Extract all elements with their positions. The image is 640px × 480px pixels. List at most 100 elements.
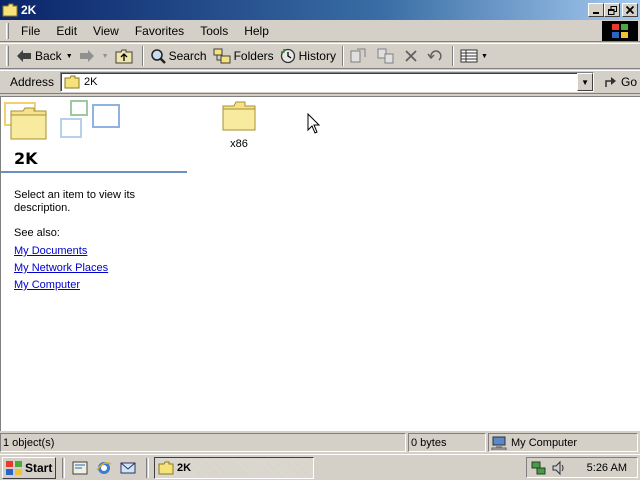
toolbar-separator	[341, 46, 344, 66]
toolbar-grip[interactable]	[6, 46, 9, 66]
views-dropdown-icon[interactable]: ▼	[481, 53, 488, 60]
banner-divider	[1, 171, 187, 173]
menu-grip[interactable]	[6, 22, 9, 39]
quicklaunch-outlook[interactable]	[118, 458, 138, 478]
forward-button[interactable]: ▼	[76, 45, 112, 67]
see-also-links: My Documents My Network Places My Comput…	[14, 243, 108, 294]
back-button[interactable]: Back ▼	[13, 45, 76, 67]
up-folder-icon	[115, 49, 133, 64]
search-label: Search	[168, 49, 207, 63]
toolbar-separator	[451, 46, 454, 66]
quicklaunch-ie[interactable]	[94, 458, 114, 478]
address-bar: Address 2K ▼ Go	[0, 70, 640, 94]
windows-logo	[602, 21, 638, 41]
move-to-icon	[350, 48, 366, 63]
address-dropdown-button[interactable]: ▼	[577, 73, 594, 91]
restore-icon	[607, 5, 617, 15]
internet-explorer-icon	[96, 461, 112, 474]
back-label: Back	[35, 49, 62, 63]
file-item-x86[interactable]: x86	[211, 101, 267, 150]
delete-button[interactable]	[401, 45, 424, 67]
toolbar-separator	[141, 46, 144, 66]
status-objects: 1 object(s)	[0, 433, 406, 452]
close-icon	[626, 6, 634, 14]
folder-banner: 2K	[1, 97, 187, 173]
clock[interactable]: 5:26 AM	[587, 462, 627, 474]
history-icon	[280, 48, 295, 64]
menu-file[interactable]: File	[13, 21, 48, 41]
forward-dropdown-icon[interactable]: ▼	[102, 53, 109, 60]
status-size: 0 bytes	[408, 433, 486, 452]
show-desktop-icon	[72, 461, 88, 474]
folder-icon	[2, 3, 18, 17]
minimize-button[interactable]	[588, 3, 604, 17]
see-also-label: See also:	[14, 227, 60, 239]
folder-icon	[64, 75, 80, 89]
move-to-button[interactable]	[347, 45, 374, 67]
up-folder-button[interactable]	[112, 45, 139, 67]
taskbar-window-button[interactable]: 2K	[154, 456, 314, 479]
system-tray: 5:26 AM	[526, 457, 638, 478]
go-label: Go	[621, 75, 638, 89]
views-icon	[460, 49, 478, 63]
file-item-label: x86	[230, 138, 248, 150]
close-button[interactable]	[622, 3, 638, 17]
restore-button[interactable]	[604, 3, 620, 17]
quicklaunch-grip[interactable]	[62, 457, 65, 478]
link-my-documents[interactable]: My Documents	[14, 243, 108, 260]
address-input[interactable]: 2K ▼	[60, 72, 595, 92]
back-arrow-icon	[17, 50, 31, 62]
status-bar: 1 object(s) 0 bytes My Computer	[0, 433, 640, 453]
undo-button[interactable]	[424, 45, 449, 67]
delete-icon	[405, 50, 417, 62]
folders-icon	[213, 48, 231, 64]
go-button[interactable]: Go	[604, 75, 637, 89]
history-button[interactable]: History	[277, 45, 339, 67]
back-dropdown-icon[interactable]: ▼	[66, 53, 73, 60]
search-button[interactable]: Search	[147, 45, 210, 67]
taskbar-grip[interactable]	[146, 457, 149, 478]
link-my-network-places[interactable]: My Network Places	[14, 260, 108, 277]
windows-flag-icon	[612, 24, 628, 38]
menu-bar: File Edit View Favorites Tools Help	[0, 20, 640, 42]
quicklaunch-desktop[interactable]	[70, 458, 90, 478]
menu-edit[interactable]: Edit	[48, 21, 85, 41]
start-label: Start	[25, 460, 53, 475]
title-bar[interactable]: 2K	[0, 0, 640, 20]
menu-help[interactable]: Help	[236, 21, 277, 41]
address-label: Address	[10, 75, 55, 89]
copy-to-button[interactable]	[374, 45, 401, 67]
search-icon	[150, 49, 166, 64]
folder-title: 2K	[14, 149, 38, 168]
start-button[interactable]: Start	[2, 456, 56, 479]
history-label: History	[298, 49, 336, 63]
status-zone: My Computer	[488, 433, 638, 452]
mouse-pointer-icon	[307, 113, 321, 134]
folder-icon	[158, 461, 174, 474]
windows-flag-icon	[6, 460, 22, 475]
folders-label: Folders	[233, 49, 274, 63]
chevron-down-icon: ▼	[581, 77, 589, 87]
minimize-icon	[593, 12, 599, 14]
views-button[interactable]: ▼	[457, 45, 491, 67]
outlook-express-icon	[120, 462, 136, 473]
taskbar: Start 2K 5:26 AM	[0, 454, 640, 480]
description-text: Select an item to view its description.	[14, 189, 136, 214]
copy-to-icon	[377, 48, 394, 64]
menu-favorites[interactable]: Favorites	[127, 21, 192, 41]
window-title: 2K	[21, 3, 37, 17]
forward-arrow-icon	[79, 50, 94, 62]
web-view-pane: 2K Select an item to view its descriptio…	[1, 97, 187, 430]
undo-icon	[427, 50, 442, 61]
menu-tools[interactable]: Tools	[192, 21, 236, 41]
go-arrow-icon	[605, 77, 617, 87]
standard-toolbar: Back ▼ ▼ Search Folders History ▼	[0, 43, 640, 69]
menu-view[interactable]: View	[85, 21, 127, 41]
folder-view[interactable]: 2K Select an item to view its descriptio…	[0, 96, 640, 431]
volume-icon[interactable]	[551, 460, 567, 476]
network-icon[interactable]	[531, 460, 547, 476]
folders-button[interactable]: Folders	[210, 45, 277, 67]
link-my-computer[interactable]: My Computer	[14, 277, 108, 294]
status-zone-label: My Computer	[511, 436, 578, 449]
folder-icon	[222, 101, 256, 131]
